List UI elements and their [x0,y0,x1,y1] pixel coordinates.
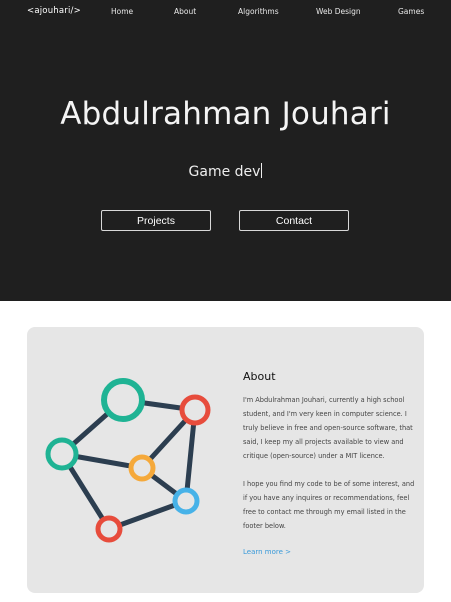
projects-button[interactable]: Projects [101,210,211,231]
nav-item-about[interactable]: About [174,7,196,16]
graph-node-teal-large [101,378,145,422]
typed-subtitle: Game dev [0,163,451,180]
about-card: About I'm Abdulrahman Jouhari, currently… [27,327,424,593]
hero-section: <ajouhari/> Home About Algorithms Web De… [0,0,451,301]
graph-node-red [179,394,211,426]
graph-node-teal [45,437,79,471]
about-paragraph-1: I'm Abdulrahman Jouhari, currently a hig… [243,396,413,460]
network-graph-illustration [45,378,211,543]
nav-item-games[interactable]: Games [398,7,424,16]
graph-node-red-bottom [95,515,123,543]
typed-text: Game dev [188,164,261,180]
graph-node-orange [128,454,156,482]
text-cursor [261,163,263,178]
graph-node-blue [172,487,200,515]
nav-item-home[interactable]: Home [111,7,133,16]
hero-name-heading: Abdulrahman Jouhari [60,96,391,132]
about-paragraph-2: I hope you find my code to be of some in… [243,480,415,530]
top-nav: <ajouhari/> Home About Algorithms Web De… [0,0,451,22]
learn-more-link[interactable]: Learn more > [243,548,291,556]
brand-logo-link[interactable]: <ajouhari/> [27,6,81,16]
contact-button[interactable]: Contact [239,210,349,231]
about-heading: About [243,370,276,383]
nav-item-algorithms[interactable]: Algorithms [238,7,279,16]
nav-item-web-design[interactable]: Web Design [316,7,361,16]
